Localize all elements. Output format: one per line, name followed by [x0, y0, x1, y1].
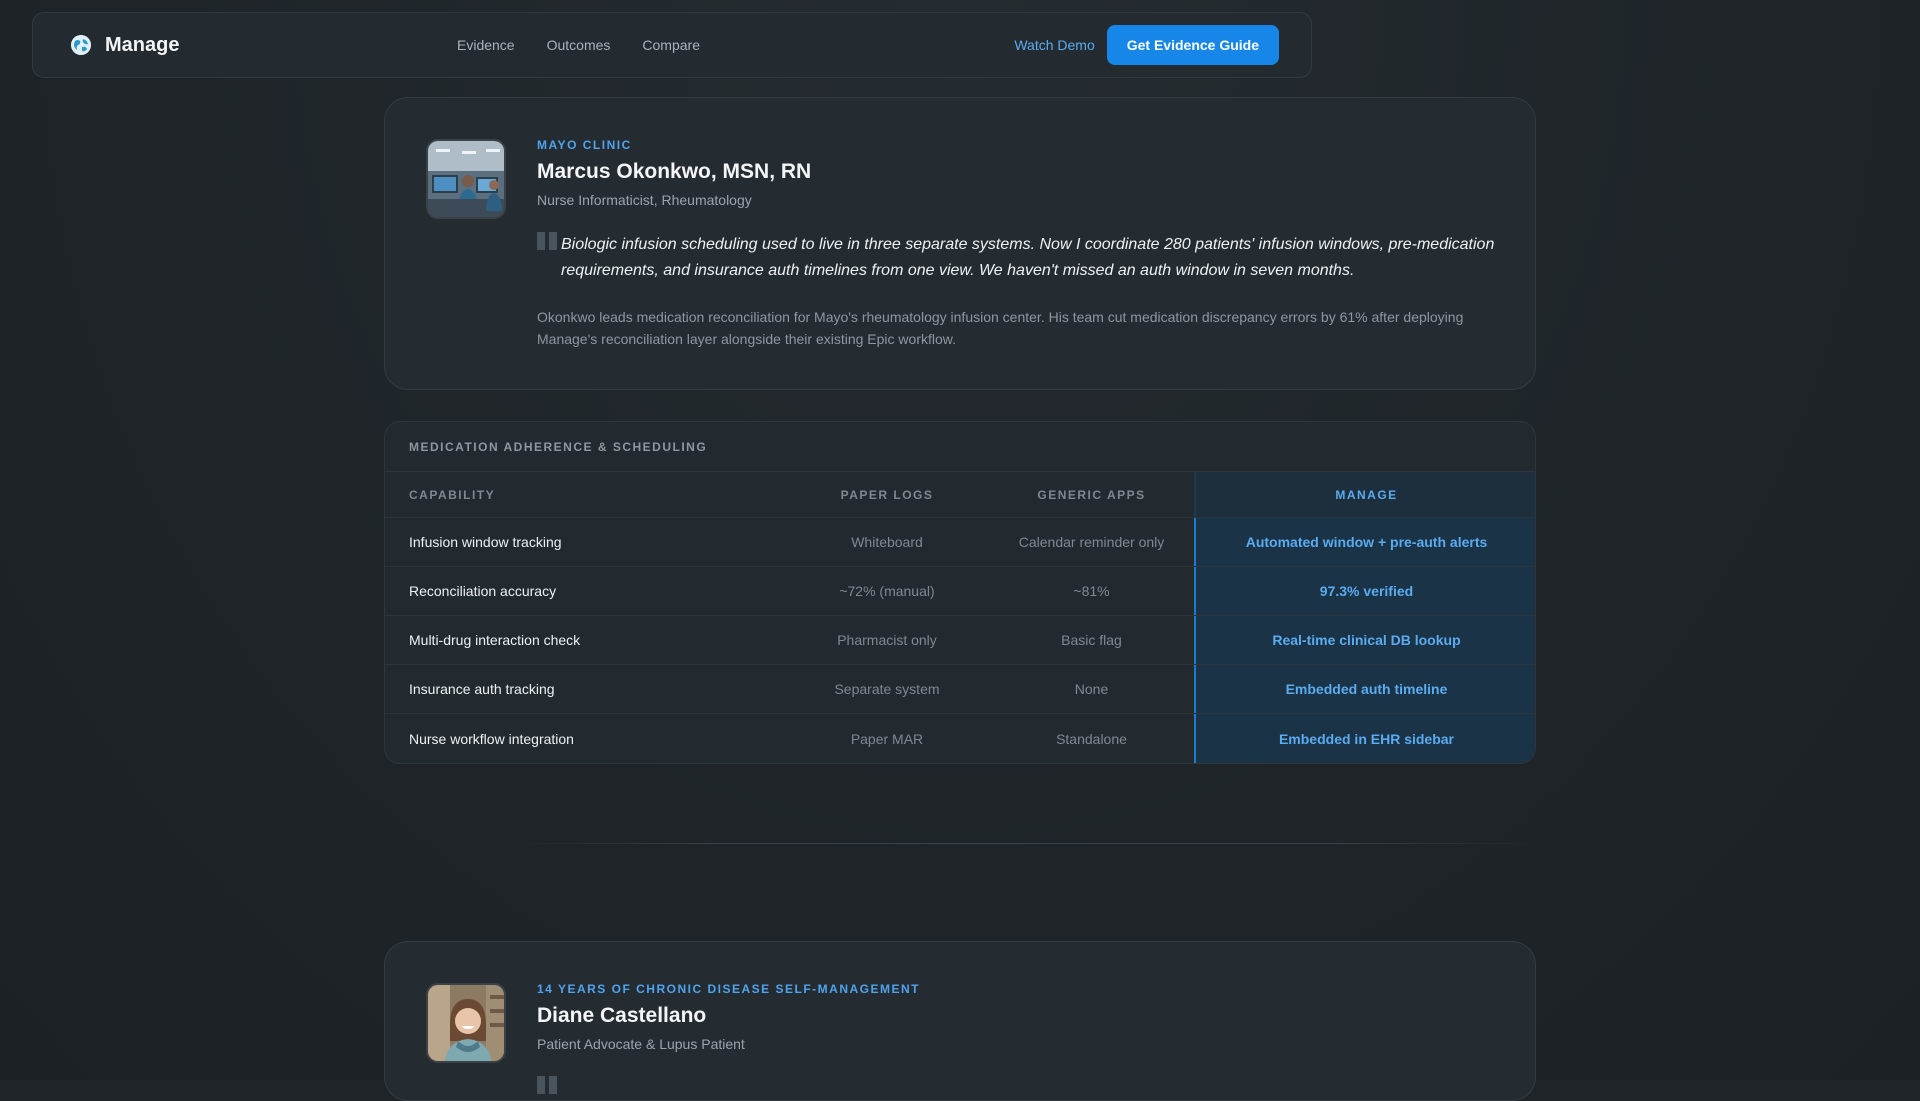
paper-logs-cell: Whiteboard [851, 534, 923, 550]
testimonial-body: MAYO CLINIC Marcus Okonkwo, MSN, RN Nurs… [537, 138, 1495, 350]
capability-cell: Insurance auth tracking [409, 681, 555, 697]
capability-cell: Infusion window tracking [409, 534, 562, 550]
get-evidence-guide-button[interactable]: Get Evidence Guide [1106, 25, 1279, 65]
nav-actions: Watch Demo Get Evidence Guide [1014, 25, 1279, 65]
paper-logs-cell: Separate system [834, 681, 940, 697]
nav-links: Evidence Outcomes Compare [457, 37, 700, 53]
testimonial-summary: Okonkwo leads medication reconciliation … [537, 309, 1464, 347]
watch-demo-link[interactable]: Watch Demo [1014, 37, 1094, 53]
manage-cell: Embedded auth timeline [1194, 665, 1535, 713]
testimonial-card: 14 YEARS OF CHRONIC DISEASE SELF-MANAGEM… [384, 941, 1536, 1101]
manage-cell: Real-time clinical DB lookup [1194, 616, 1535, 664]
header-generic-apps: GENERIC APPS [1037, 487, 1146, 502]
quote-icon [537, 232, 559, 250]
globe-icon [71, 35, 91, 55]
table-row: Multi-drug interaction check Pharmacist … [385, 616, 1535, 665]
person-name: Diane Castellano [537, 1004, 707, 1027]
table-row: Infusion window tracking Whiteboard Cale… [385, 518, 1535, 567]
generic-apps-cell: ~81% [1073, 583, 1110, 599]
quote-icon [537, 1076, 559, 1094]
table-title: MEDICATION ADHERENCE & SCHEDULING [385, 422, 1535, 472]
table-row: Insurance auth tracking Separate system … [385, 665, 1535, 714]
table-row: Reconciliation accuracy ~72% (manual) ~8… [385, 567, 1535, 616]
capability-cell: Multi-drug interaction check [409, 632, 581, 648]
header-paper-logs: PAPER LOGS [840, 487, 934, 502]
quote-text: Biologic infusion scheduling used to liv… [561, 236, 1495, 279]
header-manage: MANAGE [1194, 472, 1535, 517]
generic-apps-cell: Basic flag [1061, 632, 1122, 648]
brand[interactable]: Manage [71, 34, 457, 57]
avatar [426, 139, 506, 219]
manage-cell: Embedded in EHR sidebar [1194, 714, 1535, 763]
capability-cell: Reconciliation accuracy [409, 583, 557, 599]
quote: Biologic infusion scheduling used to liv… [537, 232, 1495, 284]
manage-cell: Automated window + pre-auth alerts [1194, 518, 1535, 566]
avatar [426, 983, 506, 1063]
nav-link-outcomes[interactable]: Outcomes [547, 37, 611, 53]
paper-logs-cell: Pharmacist only [837, 632, 937, 648]
person-role: Nurse Informaticist, Rheumatology [537, 192, 752, 208]
table-header-row: CAPABILITY PAPER LOGS GENERIC APPS MANAG… [385, 472, 1535, 518]
generic-apps-cell: Calendar reminder only [1018, 534, 1165, 550]
capability-cell: Nurse workflow integration [409, 730, 574, 747]
person-role: Patient Advocate & Lupus Patient [537, 1036, 745, 1052]
nav-link-compare[interactable]: Compare [642, 37, 700, 53]
section-divider [512, 843, 1536, 844]
header-capability: CAPABILITY [409, 487, 496, 502]
org-label: MAYO CLINIC [537, 138, 632, 152]
testimonial-body: 14 YEARS OF CHRONIC DISEASE SELF-MANAGEM… [537, 982, 1495, 1094]
brand-name: Manage [105, 33, 180, 56]
paper-logs-cell: ~72% (manual) [839, 583, 935, 599]
generic-apps-cell: None [1074, 681, 1109, 697]
generic-apps-cell: Standalone [1056, 730, 1127, 747]
top-nav: Manage Evidence Outcomes Compare Watch D… [32, 12, 1312, 78]
table-row: Nurse workflow integration Paper MAR Sta… [385, 714, 1535, 763]
paper-logs-cell: Paper MAR [850, 730, 924, 747]
manage-cell: 97.3% verified [1194, 567, 1535, 615]
nav-link-evidence[interactable]: Evidence [457, 37, 515, 53]
testimonial-card: MAYO CLINIC Marcus Okonkwo, MSN, RN Nurs… [384, 97, 1536, 390]
person-name: Marcus Okonkwo, MSN, RN [537, 160, 812, 183]
comparison-table: MEDICATION ADHERENCE & SCHEDULING CAPABI… [384, 421, 1536, 764]
org-label: 14 YEARS OF CHRONIC DISEASE SELF-MANAGEM… [537, 982, 920, 996]
